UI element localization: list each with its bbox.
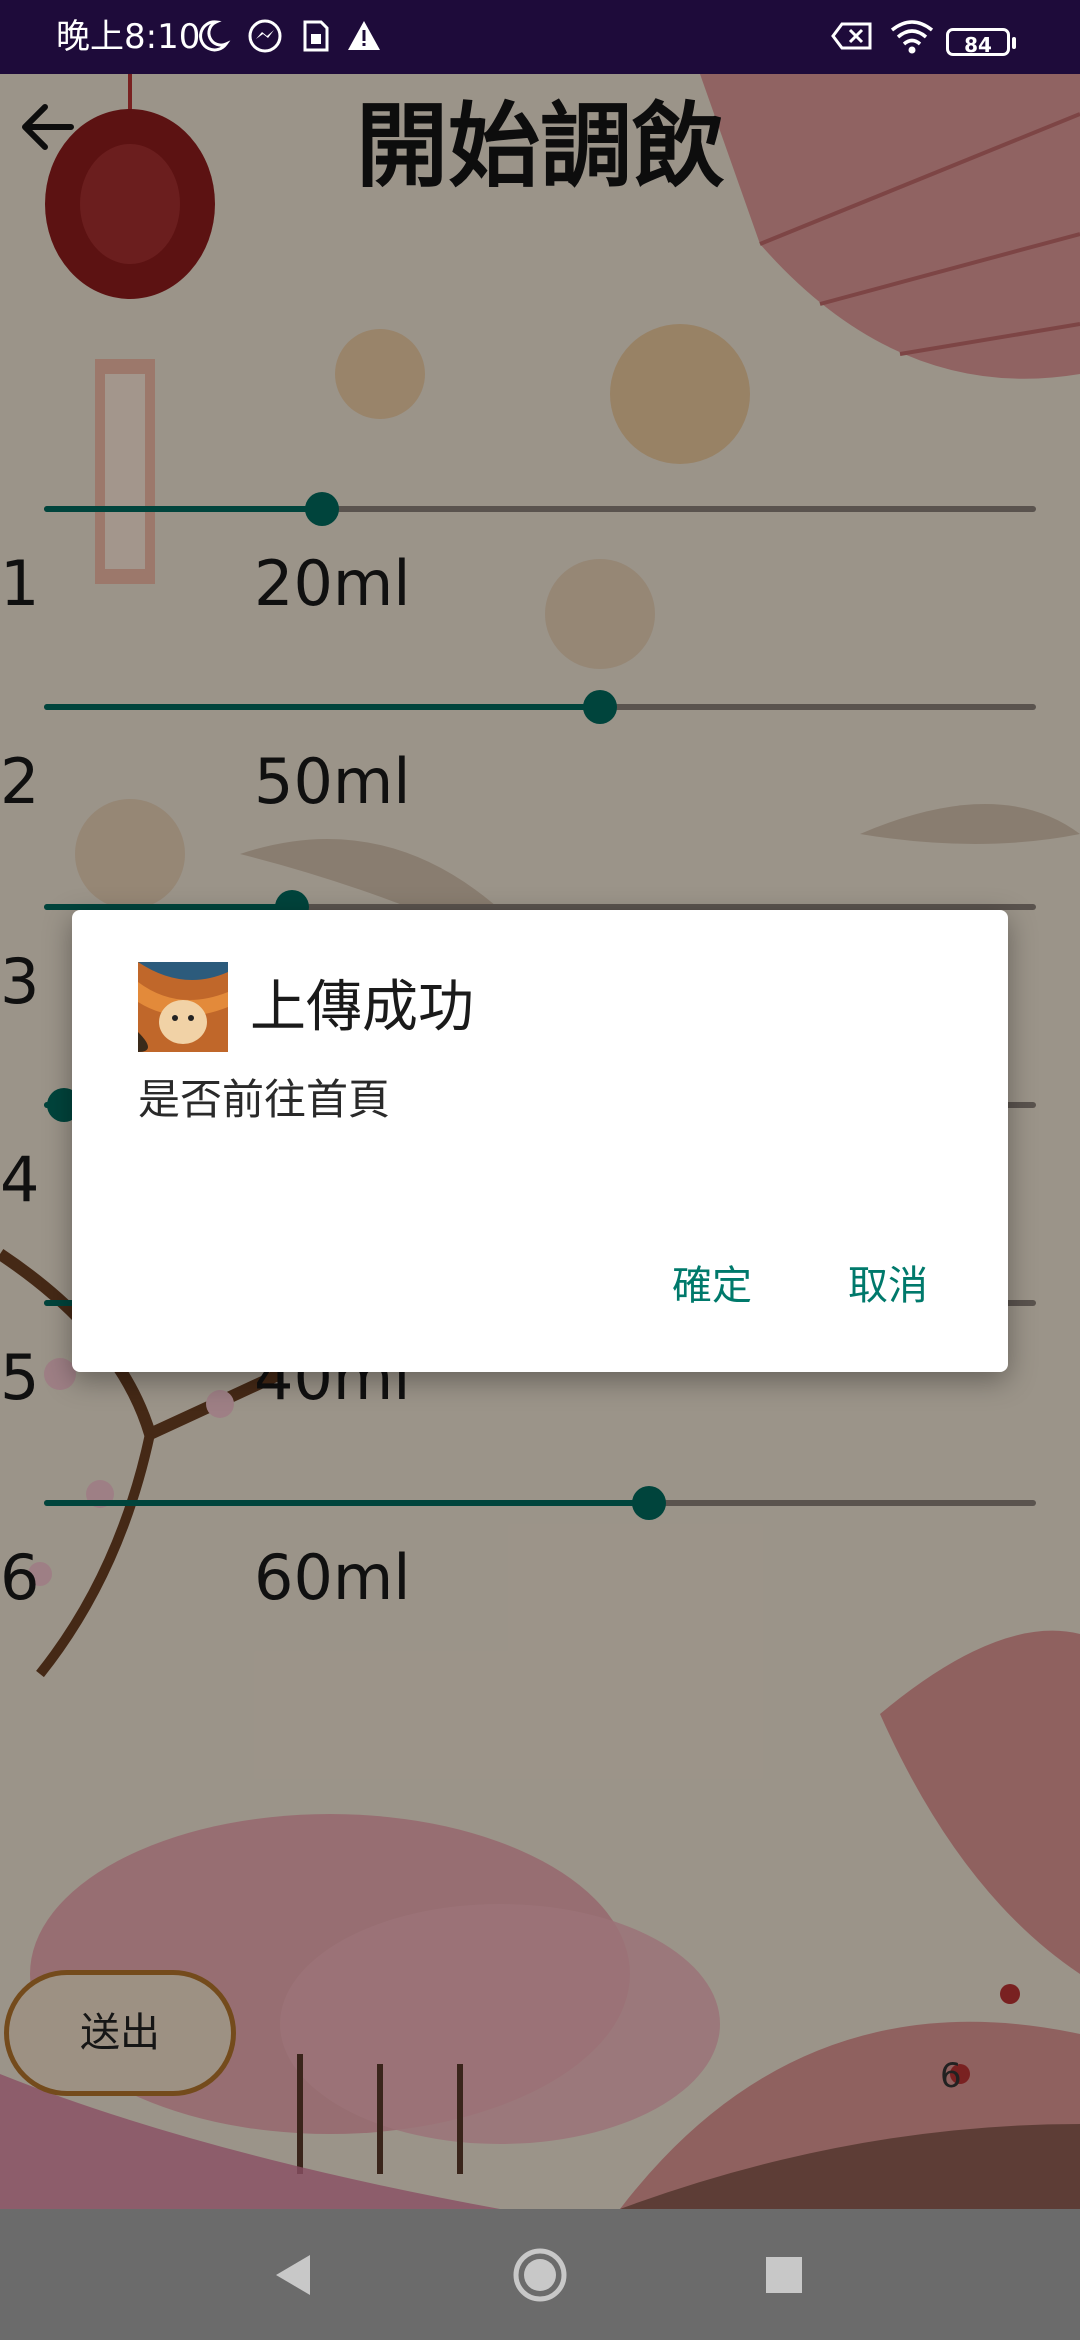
moon-icon — [199, 20, 231, 52]
navigation-bar — [0, 2209, 1080, 2340]
nav-recents-icon[interactable] — [748, 2239, 820, 2311]
upload-success-dialog: 上傳成功 是否前往首頁 確定 取消 — [72, 910, 1008, 1372]
cancel-button[interactable]: 取消 — [848, 1256, 928, 1316]
messenger-icon — [248, 19, 282, 53]
battery-level: 84 — [964, 33, 992, 57]
dialog-title: 上傳成功 — [250, 975, 474, 1040]
no-sim-icon — [831, 22, 872, 50]
hamster-avatar-icon — [138, 962, 228, 1052]
nav-back-icon[interactable] — [258, 2239, 330, 2311]
warning-icon — [348, 21, 380, 50]
dialog-message: 是否前往首頁 — [138, 1075, 391, 1124]
status-bar: 晚上8:10 84 — [0, 0, 1080, 74]
status-time: 晚上8:10 — [56, 17, 201, 57]
confirm-button[interactable]: 確定 — [672, 1256, 752, 1316]
screen: 晚上8:10 84 開始調飲 1 20ml 2 50ml 3 4 5 40ml … — [0, 0, 1080, 2340]
nav-home-icon[interactable] — [504, 2239, 576, 2311]
sim-card-icon — [303, 20, 329, 52]
wifi-icon — [890, 20, 934, 54]
battery-icon: 84 — [946, 28, 1016, 57]
